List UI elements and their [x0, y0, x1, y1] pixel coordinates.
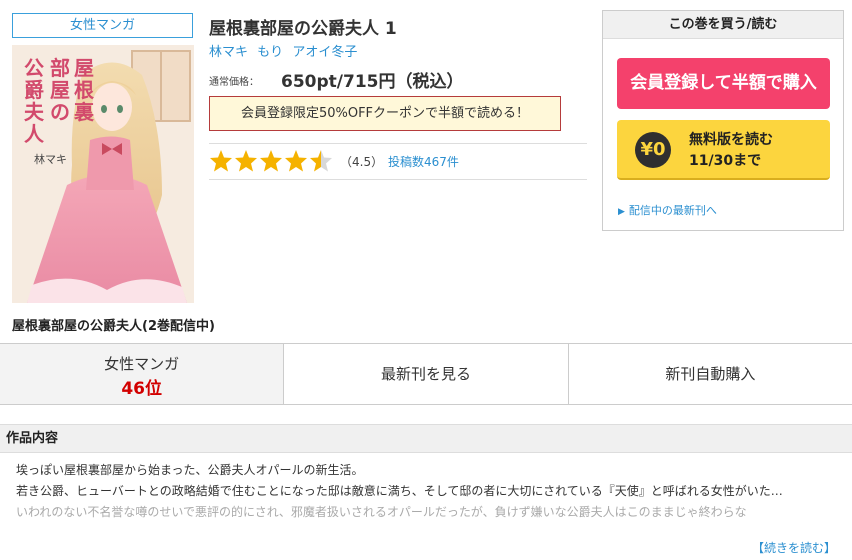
- synopsis-line: 埃っぽい屋根裏部屋から始まった、公爵夫人オパールの新生活。: [16, 463, 364, 477]
- divider: [209, 179, 587, 180]
- author-link[interactable]: もり: [257, 45, 283, 60]
- author-link[interactable]: 林マキ: [209, 45, 248, 60]
- ranking-position: 46位: [121, 379, 162, 399]
- author-link[interactable]: アオイ冬子: [292, 45, 357, 60]
- triangle-right-icon: ▶: [618, 207, 625, 217]
- price: 650pt/715円（税込）: [281, 72, 464, 92]
- cover-author: 林マキ: [34, 152, 67, 166]
- latest-volume-label: 配信中の最新刊へ: [628, 204, 717, 217]
- register-half-price-button[interactable]: 会員登録して半額で購入: [617, 58, 830, 109]
- free-button-label: 無料版を読む: [689, 132, 773, 148]
- volume-title: 屋根裏部屋の公爵夫人 1: [209, 19, 397, 39]
- synopsis-line: 若き公爵、ヒューバートとの政略結婚で住むことになった邸は敵意に満ち、そして邸の者…: [16, 484, 783, 498]
- svg-text:の: の: [50, 100, 70, 124]
- auto-purchase-button[interactable]: 新刊自動購入: [569, 344, 852, 404]
- latest-volume-link[interactable]: ▶ 配信中の最新刊へ: [618, 202, 717, 218]
- read-more-link[interactable]: 【続きを読む】: [752, 539, 836, 556]
- svg-text:人: 人: [24, 122, 45, 146]
- rating-value: （4.5）: [340, 155, 384, 169]
- view-latest-label: 最新刊を見る: [380, 365, 471, 383]
- purchase-box-header: この巻を買う/読む: [603, 11, 843, 39]
- book-detail-page: 女性マンガ 屋 根 裏 部 屋 の 公 爵 夫 人 林マキ 屋根裏部屋の公爵夫人…: [0, 0, 852, 560]
- svg-text:爵: 爵: [24, 78, 44, 102]
- cover-title-col1: 屋: [74, 56, 94, 80]
- star-icon: [260, 150, 282, 172]
- review-count-link[interactable]: 投稿数467件: [388, 153, 459, 170]
- ranking-genre: 女性マンガ: [104, 355, 180, 373]
- cover-title-col3: 公: [24, 56, 44, 80]
- read-free-button[interactable]: ¥0 無料版を読む 11/30まで: [617, 120, 830, 180]
- cover-illustration: 屋 根 裏 部 屋 の 公 爵 夫 人 林マキ: [12, 45, 194, 303]
- divider: [209, 143, 587, 144]
- book-cover-image[interactable]: 屋 根 裏 部 屋 の 公 爵 夫 人 林マキ: [12, 45, 194, 303]
- genre-ranking: 女性マンガ 46位: [0, 344, 285, 404]
- view-latest-volume-button[interactable]: 最新刊を見る: [284, 344, 569, 404]
- star-icon: [285, 150, 307, 172]
- svg-text:屋: 屋: [50, 78, 70, 102]
- svg-text:裏: 裏: [73, 100, 95, 124]
- synopsis-heading: 作品内容: [0, 424, 852, 453]
- free-button-deadline: 11/30まで: [689, 153, 762, 169]
- action-row: 女性マンガ 46位 最新刊を見る 新刊自動購入: [0, 343, 852, 405]
- star-icon: [310, 150, 332, 172]
- cover-title-col2: 部: [50, 56, 70, 80]
- rating-stars: [209, 149, 334, 173]
- yen-zero-icon: ¥0: [635, 132, 671, 168]
- svg-text:根: 根: [74, 78, 94, 102]
- auto-purchase-label: 新刊自動購入: [665, 365, 756, 383]
- star-icon: [210, 150, 232, 172]
- star-icon: [235, 150, 257, 172]
- genre-tag[interactable]: 女性マンガ: [12, 13, 193, 38]
- coupon-banner[interactable]: 会員登録限定50%OFFクーポンで半額で読める！: [209, 96, 561, 131]
- purchase-box: この巻を買う/読む 会員登録して半額で購入 ¥0 無料版を読む 11/30まで …: [602, 10, 844, 231]
- price-label: 通常価格：: [209, 77, 259, 88]
- author-list: 林マキ もり アオイ冬子: [209, 41, 362, 60]
- svg-text:夫: 夫: [24, 100, 45, 124]
- synopsis-line: いわれのない不名誉な噂のせいで悪評の的にされ、邪魔者扱いされるオパールだったが、…: [16, 505, 747, 519]
- series-title[interactable]: 屋根裏部屋の公爵夫人(2巻配信中): [12, 315, 215, 334]
- synopsis-text: 埃っぽい屋根裏部屋から始まった、公爵夫人オパールの新生活。 若き公爵、ヒューバー…: [16, 460, 836, 523]
